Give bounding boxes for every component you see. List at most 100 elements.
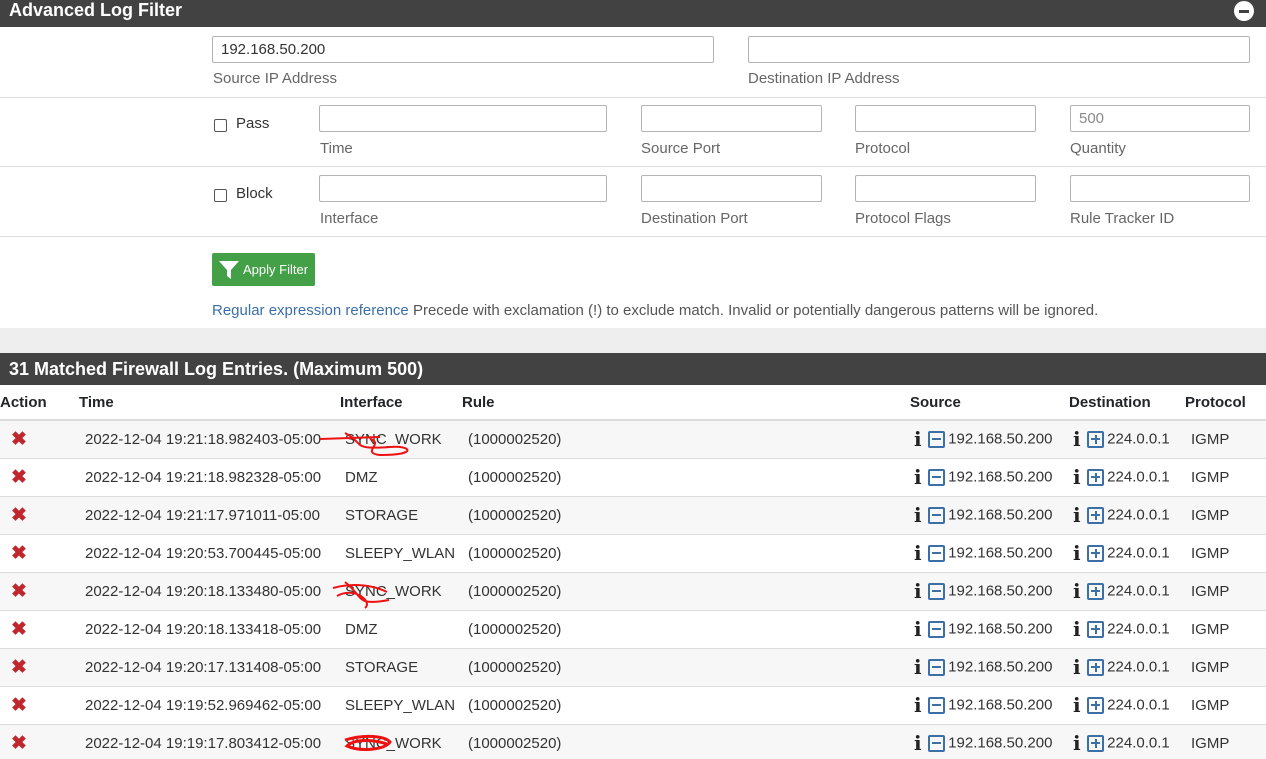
info-icon[interactable]: i xyxy=(1073,693,1083,717)
info-icon[interactable]: i xyxy=(914,465,924,489)
info-icon[interactable]: i xyxy=(1073,541,1083,565)
log-rule[interactable]: (1000002520) xyxy=(468,735,561,752)
info-icon[interactable]: i xyxy=(914,731,924,755)
info-icon[interactable]: i xyxy=(1073,465,1083,489)
destination-port-input[interactable] xyxy=(641,175,822,202)
help-text: Regular expression reference Precede wit… xyxy=(212,302,1098,319)
info-icon[interactable]: i xyxy=(1073,655,1083,679)
block-x-icon[interactable]: ✖ xyxy=(0,695,27,716)
log-source: 192.168.50.200 xyxy=(948,658,1053,676)
info-icon[interactable]: i xyxy=(1073,427,1083,451)
destination-ip-label: Destination IP Address xyxy=(748,70,900,87)
minus-square-icon[interactable] xyxy=(928,620,946,638)
minus-square-icon[interactable] xyxy=(928,734,946,752)
rule-tracker-label: Rule Tracker ID xyxy=(1070,210,1175,227)
block-checkbox[interactable] xyxy=(214,189,227,202)
info-icon[interactable]: i xyxy=(1073,731,1083,755)
pass-checkbox[interactable] xyxy=(214,119,227,132)
block-x-icon[interactable]: ✖ xyxy=(0,657,27,678)
column-header-interface[interactable]: Interface xyxy=(340,385,462,421)
time-input[interactable] xyxy=(319,105,607,132)
minus-square-icon[interactable] xyxy=(928,506,946,524)
column-header-action[interactable]: Action xyxy=(0,385,79,421)
column-header-time[interactable]: Time xyxy=(79,385,340,421)
log-source: 192.168.50.200 xyxy=(948,544,1053,562)
source-port-input[interactable] xyxy=(641,105,822,132)
block-x-icon[interactable]: ✖ xyxy=(0,619,27,640)
collapse-icon[interactable] xyxy=(1234,1,1254,21)
log-rule[interactable]: (1000002520) xyxy=(468,583,561,600)
log-protocol: IGMP xyxy=(1191,506,1230,524)
regex-reference-link[interactable]: Regular expression reference xyxy=(212,302,409,319)
plus-square-icon[interactable] xyxy=(1087,430,1105,448)
info-icon[interactable]: i xyxy=(1073,579,1083,603)
block-x-icon[interactable]: ✖ xyxy=(0,581,27,602)
block-x-icon[interactable]: ✖ xyxy=(0,467,27,488)
log-rule[interactable]: (1000002520) xyxy=(468,697,561,714)
log-rule[interactable]: (1000002520) xyxy=(468,431,561,448)
info-icon[interactable]: i xyxy=(914,693,924,717)
log-interface: SYNC_WORK xyxy=(345,430,442,448)
apply-filter-button[interactable]: Apply Filter xyxy=(212,253,315,286)
log-protocol: IGMP xyxy=(1191,696,1230,714)
minus-square-icon[interactable] xyxy=(928,658,946,676)
source-ip-input[interactable] xyxy=(212,36,714,63)
plus-square-icon[interactable] xyxy=(1087,620,1105,638)
plus-square-icon[interactable] xyxy=(1087,734,1105,752)
plus-square-icon[interactable] xyxy=(1087,696,1105,714)
info-icon[interactable]: i xyxy=(1073,617,1083,641)
log-rule[interactable]: (1000002520) xyxy=(468,659,561,676)
block-x-icon[interactable]: ✖ xyxy=(0,733,27,754)
log-destination: 224.0.0.1 xyxy=(1107,582,1170,600)
log-protocol: IGMP xyxy=(1191,544,1230,562)
info-icon[interactable]: i xyxy=(914,617,924,641)
minus-square-icon[interactable] xyxy=(928,696,946,714)
plus-square-icon[interactable] xyxy=(1087,468,1105,486)
interface-input[interactable] xyxy=(319,175,607,202)
minus-square-icon[interactable] xyxy=(928,468,946,486)
log-time: 2022-12-04 19:20:18.133418-05:00 xyxy=(85,620,322,638)
log-source: 192.168.50.200 xyxy=(948,468,1053,486)
info-icon[interactable]: i xyxy=(1073,503,1083,527)
block-x-icon[interactable]: ✖ xyxy=(0,543,27,564)
table-row: ✖ 2022-12-04 19:19:17.803412-05:00 SYNC_WO… xyxy=(0,724,1266,759)
destination-ip-input[interactable] xyxy=(748,36,1250,63)
plus-square-icon[interactable] xyxy=(1087,582,1105,600)
table-row: ✖ 2022-12-04 19:20:53.700445-05:00 SLEEPY_… xyxy=(0,534,1266,573)
destination-port-label: Destination Port xyxy=(641,210,748,227)
plus-square-icon[interactable] xyxy=(1087,506,1105,524)
plus-square-icon[interactable] xyxy=(1087,658,1105,676)
info-icon[interactable]: i xyxy=(914,579,924,603)
info-icon[interactable]: i xyxy=(914,427,924,451)
log-protocol: IGMP xyxy=(1191,430,1230,448)
log-time: 2022-12-04 19:19:17.803412-05:00 xyxy=(85,734,322,752)
rule-tracker-input[interactable] xyxy=(1070,175,1250,202)
protocol-flags-input[interactable] xyxy=(855,175,1036,202)
minus-square-icon[interactable] xyxy=(928,544,946,562)
info-icon[interactable]: i xyxy=(914,503,924,527)
log-rule[interactable]: (1000002520) xyxy=(468,507,561,524)
block-x-icon[interactable]: ✖ xyxy=(0,505,27,526)
column-header-rule[interactable]: Rule xyxy=(462,385,910,421)
minus-square-icon[interactable] xyxy=(928,430,946,448)
info-icon[interactable]: i xyxy=(914,541,924,565)
block-x-icon[interactable]: ✖ xyxy=(0,429,27,450)
log-rule[interactable]: (1000002520) xyxy=(468,469,561,486)
column-header-protocol[interactable]: Protocol xyxy=(1185,385,1266,421)
filter-panel-title: Advanced Log Filter xyxy=(9,0,183,20)
quantity-input[interactable] xyxy=(1070,105,1250,132)
minus-square-icon[interactable] xyxy=(928,582,946,600)
column-header-source[interactable]: Source xyxy=(910,385,1069,421)
protocol-input[interactable] xyxy=(855,105,1036,132)
column-header-destination[interactable]: Destination xyxy=(1069,385,1185,421)
log-interface: STORAGE xyxy=(345,658,419,676)
log-source: 192.168.50.200 xyxy=(948,734,1053,752)
log-destination: 224.0.0.1 xyxy=(1107,544,1170,562)
info-icon[interactable]: i xyxy=(914,655,924,679)
pass-label: Pass xyxy=(236,115,270,132)
log-rule[interactable]: (1000002520) xyxy=(468,545,561,562)
apply-filter-label: Apply Filter xyxy=(243,262,309,277)
log-rule[interactable]: (1000002520) xyxy=(468,621,561,638)
time-label: Time xyxy=(320,140,353,157)
plus-square-icon[interactable] xyxy=(1087,544,1105,562)
